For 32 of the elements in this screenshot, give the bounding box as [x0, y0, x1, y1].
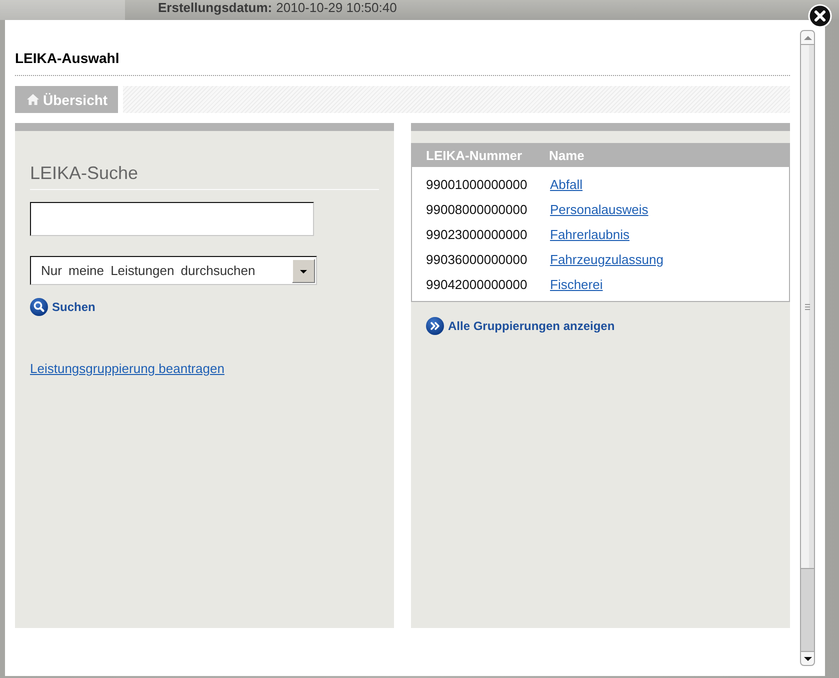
dialog-title: LEIKA-Auswahl	[15, 50, 120, 67]
up-arrow-icon	[804, 36, 812, 40]
column-header: LEIKA-Nummer	[426, 148, 522, 162]
created-date-value: 2010-10-29 10:50:40	[276, 0, 397, 17]
scope-select[interactable]: Nur meine Leistungen durchsuchen	[30, 256, 317, 285]
search-link[interactable]: Suchen	[30, 298, 96, 316]
column-header: Name	[549, 148, 584, 162]
dropdown-caret-icon	[292, 258, 315, 282]
name-link[interactable]: Abfall	[550, 177, 583, 192]
double-chevron-icon	[426, 317, 444, 335]
name-link[interactable]: Personalausweis	[550, 202, 648, 217]
table-cell: 99023000000000	[426, 227, 528, 242]
panel-heading: LEIKA-Suche	[30, 163, 138, 184]
table-cell: 99042000000000	[426, 277, 528, 292]
table-cell: 99008000000000	[426, 202, 528, 217]
scroll-up-button[interactable]	[800, 30, 815, 45]
search-icon	[30, 298, 48, 316]
scrollbar-thumb[interactable]	[800, 45, 815, 569]
name-link[interactable]: Fahrerlaubnis	[550, 227, 630, 242]
scroll-down-button[interactable]	[800, 651, 815, 666]
name-link[interactable]: Fischerei	[550, 277, 603, 292]
created-date-label: Erstellungsdatum:	[158, 0, 272, 17]
close-button[interactable]	[808, 4, 832, 28]
home-icon	[27, 94, 39, 105]
search-field[interactable]	[30, 202, 314, 236]
grip-icon	[805, 304, 810, 310]
request-link[interactable]: Leistungsgruppierung beantragen	[30, 361, 224, 377]
table-cell: 99001000000000	[426, 177, 528, 192]
show-all-link[interactable]: Alle Gruppierungen anzeigen	[426, 317, 615, 335]
table-cell: 99036000000000	[426, 252, 528, 267]
name-link[interactable]: Fahrzeugzulassung	[550, 252, 664, 267]
down-arrow-icon	[804, 656, 812, 660]
